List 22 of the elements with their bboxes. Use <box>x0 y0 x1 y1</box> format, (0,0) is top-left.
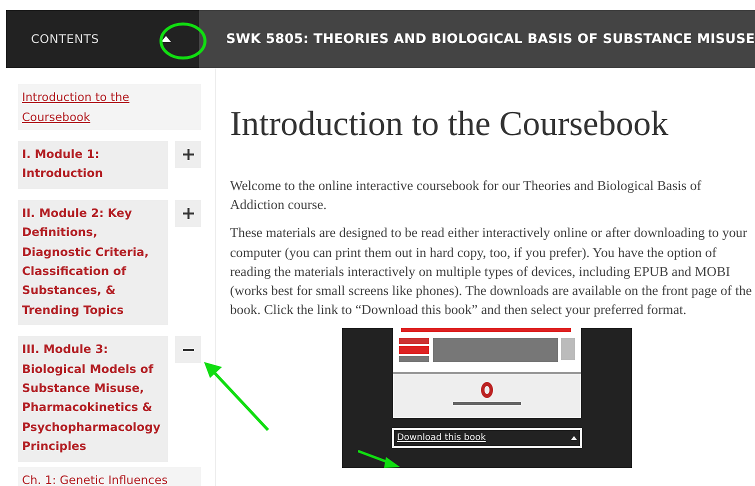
annotation-arrow <box>204 362 270 432</box>
body-paragraph: These materials are designed to be read either interactively online or after downloading to your computer (you can print them out in hard copy, too, if you prefer). You have the option of reading the materials interactively on multiple types of devices, including EPUB and MOBI (works best for small screens like phones). The downloads are available on the front page of the book. Click the link to “Download this book” and then select your preferred format. <box>230 224 753 320</box>
book-title: SWK 5805: THEORIES AND BIOLOGICAL BASIS OF SUBSTANCE MISUSE <box>226 32 755 46</box>
collapse-triangle-icon[interactable] <box>161 36 172 42</box>
annotation-circle <box>158 21 208 61</box>
plus-icon <box>182 149 194 160</box>
toc-module-link[interactable]: II. Module 2: Key Definitions, Diagnostic Criteria, Classification of Substances, & Trending Topics <box>18 200 168 326</box>
toc-link[interactable]: Introduction to the Coursebook <box>18 84 201 130</box>
toc-module-link[interactable]: III. Module 3: Biological Models of Substance Misuse, Pharmacokinetics & Psychopharmacology Principles <box>18 336 168 462</box>
minus-icon <box>182 348 194 351</box>
toc-chapter-link[interactable]: Ch. 1: Genetic Influences <box>18 466 201 486</box>
annotation-arrow <box>358 449 400 469</box>
download-link[interactable]: Download this book <box>392 428 582 448</box>
expand-toggle[interactable] <box>175 141 201 168</box>
plus-icon <box>182 208 194 219</box>
contents-label: CONTENTS <box>31 32 100 46</box>
expand-toggle[interactable] <box>175 336 201 364</box>
caret-icon <box>571 436 577 440</box>
expand-toggle[interactable] <box>175 200 201 227</box>
toc-module-link[interactable]: I. Module 1: Introduction <box>18 141 168 189</box>
body-paragraph: Welcome to the online interactive coursebook for our Theories and Biological Basis of Addiction course. <box>230 177 702 214</box>
page-heading: Introduction to the Coursebook <box>230 104 670 144</box>
